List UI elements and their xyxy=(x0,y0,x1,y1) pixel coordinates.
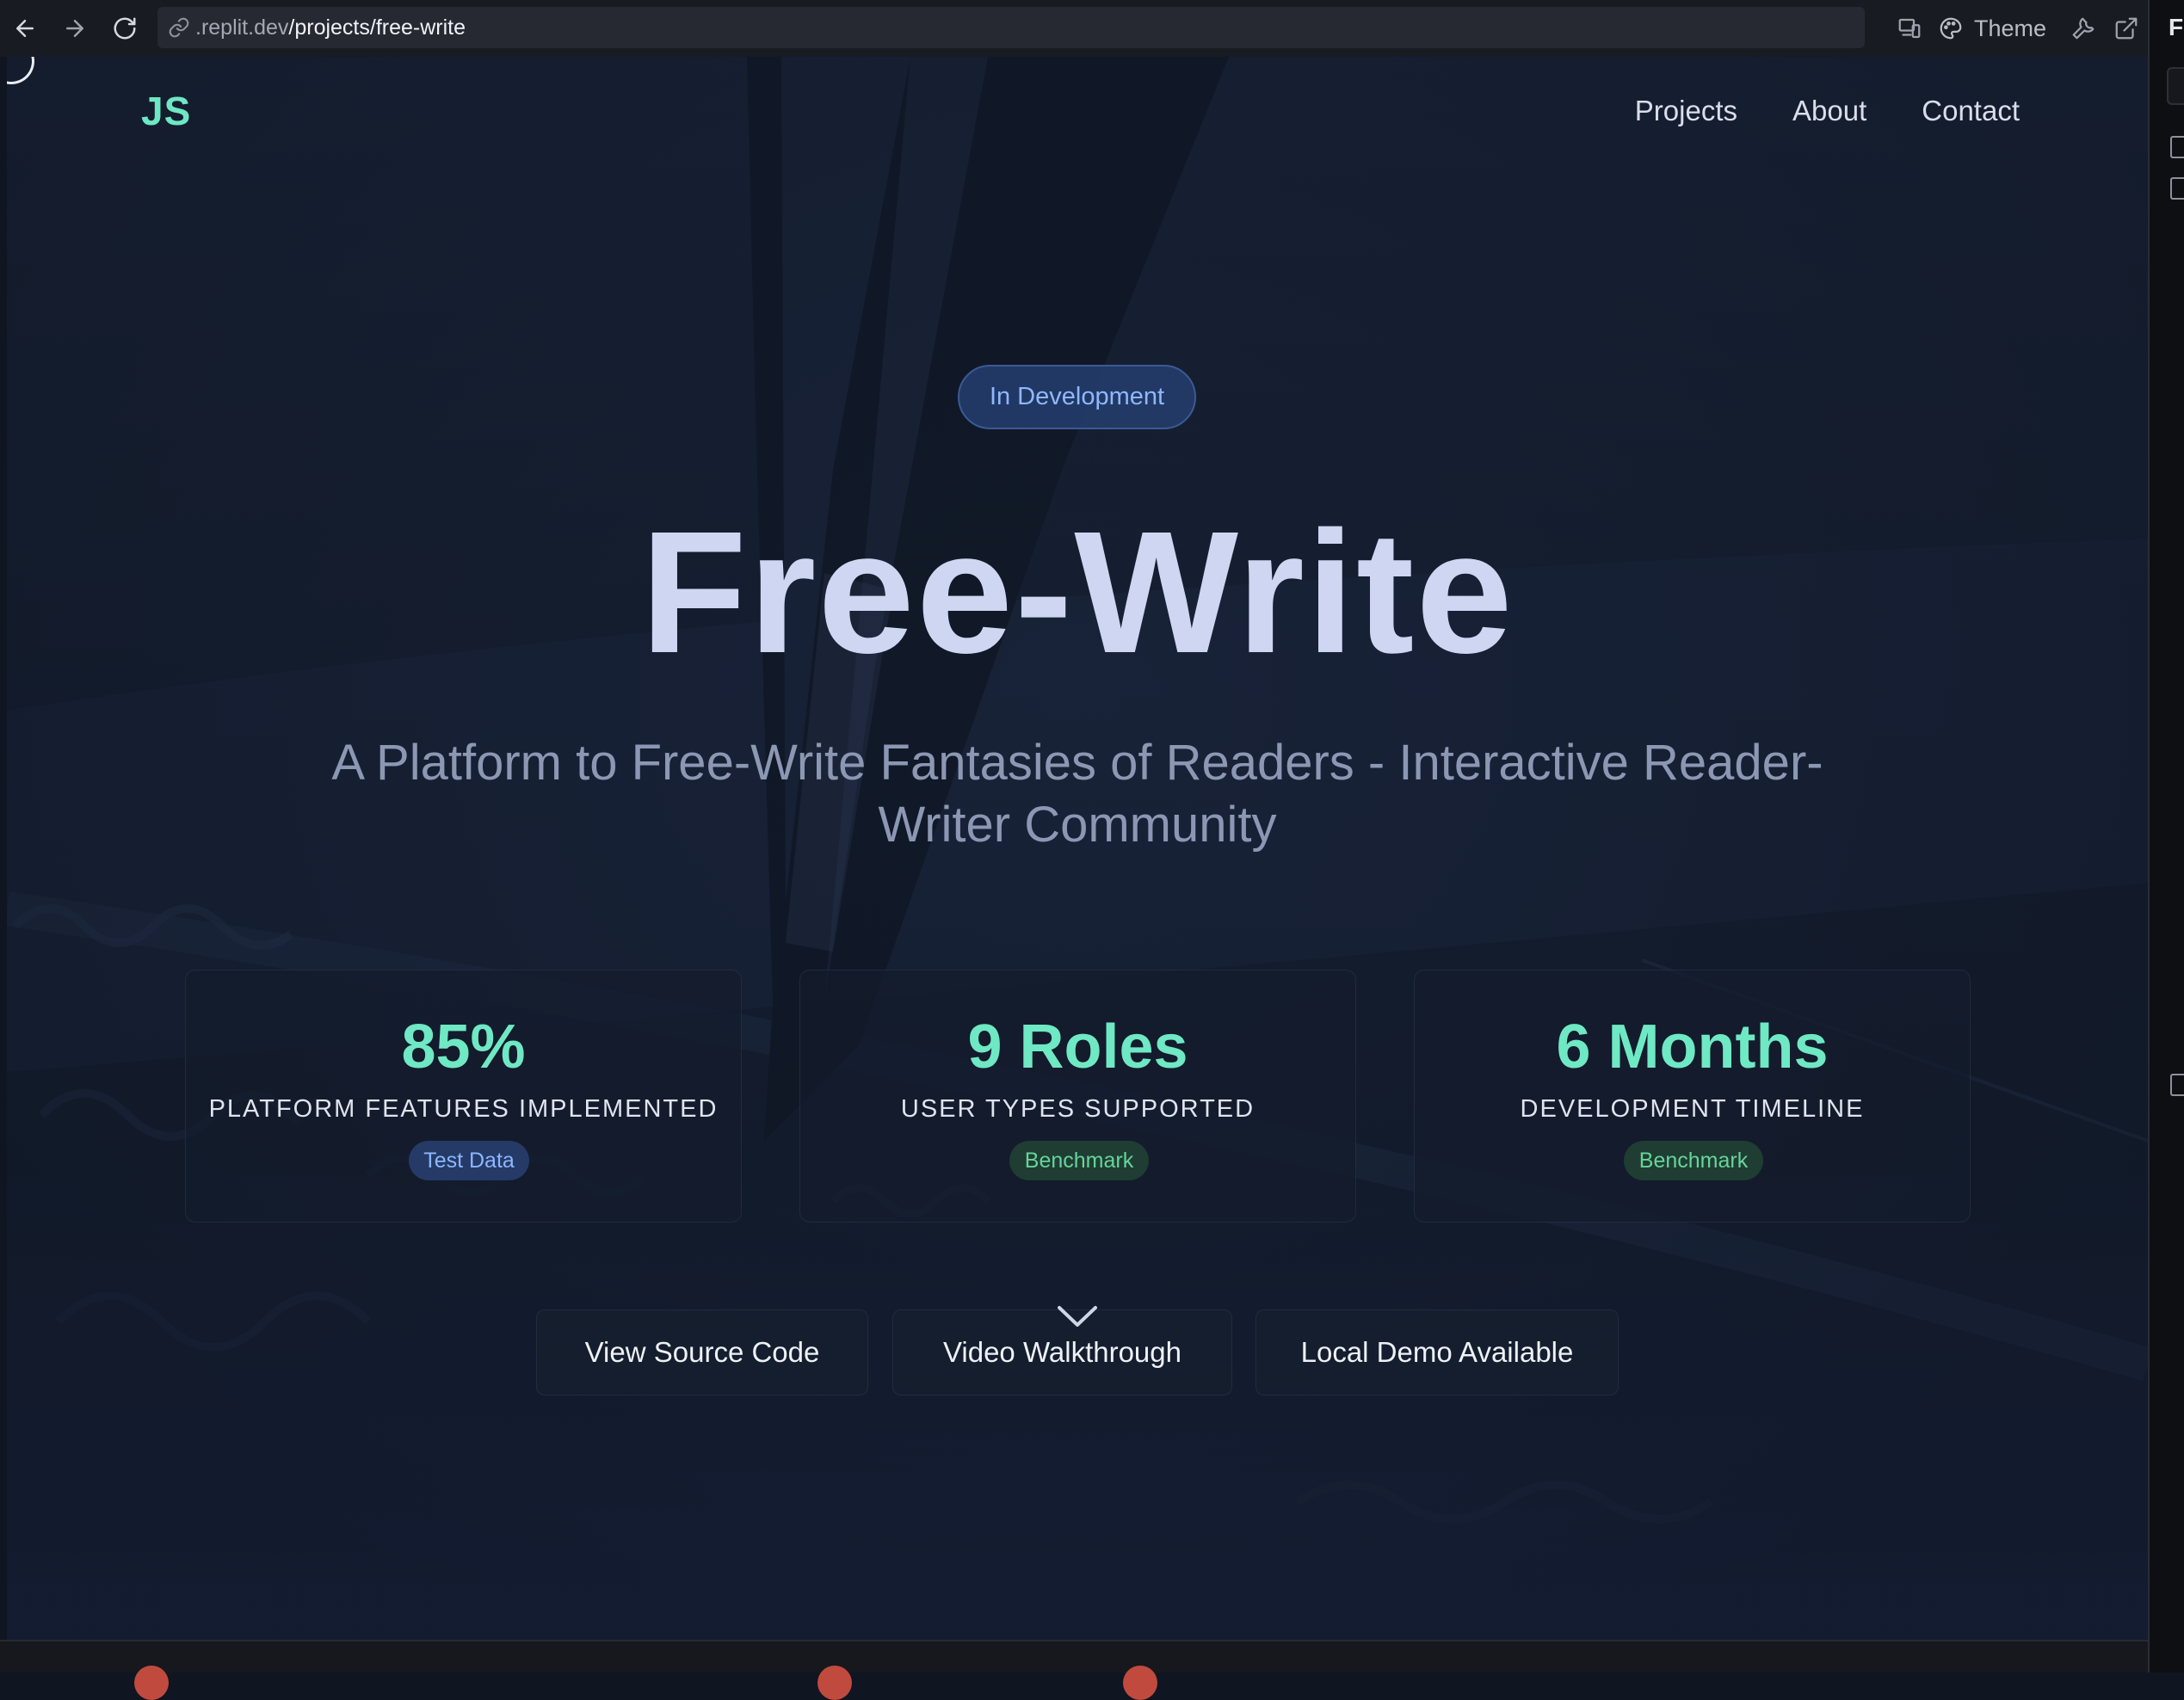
page-viewport: JS Projects About Contact In Development… xyxy=(7,57,2148,1640)
stat-label: USER TYPES SUPPORTED xyxy=(900,1095,1255,1123)
open-external-button[interactable] xyxy=(2105,0,2148,57)
palette-icon xyxy=(1940,17,1962,40)
local-demo-button[interactable]: Local Demo Available xyxy=(1255,1309,1619,1395)
devices-button[interactable] xyxy=(1888,0,1931,57)
address-bar[interactable]: .replit.dev/projects/free-write xyxy=(157,7,1865,48)
wrench-icon xyxy=(2072,17,2095,40)
site-navigation: Projects About Contact xyxy=(1635,95,2020,127)
stat-card-features: 85% PLATFORM FEATURES IMPLEMENTED Test D… xyxy=(185,970,742,1223)
status-dot xyxy=(134,1666,169,1700)
devices-icon xyxy=(1898,18,1921,39)
chevron-down-icon[interactable] xyxy=(1056,1303,1099,1328)
folder-icon[interactable] xyxy=(2170,1074,2184,1096)
theme-button[interactable]: Theme xyxy=(1931,0,2062,57)
reload-button[interactable] xyxy=(100,0,150,57)
back-button[interactable] xyxy=(0,0,50,57)
theme-label: Theme xyxy=(1973,15,2046,41)
page-subtitle: A Platform to Free-Write Fantasies of Re… xyxy=(331,735,1823,853)
url-path: /projects/free-write xyxy=(288,15,466,40)
folder-icon[interactable] xyxy=(2170,177,2184,200)
arrow-left-icon xyxy=(16,20,34,37)
reload-icon xyxy=(114,17,136,40)
stat-card-roles: 9 Roles USER TYPES SUPPORTED Benchmark xyxy=(799,970,1356,1223)
stat-value: 85% xyxy=(401,1013,526,1081)
data-source-badge: Test Data xyxy=(409,1141,529,1180)
nav-link-contact[interactable]: Contact xyxy=(1922,95,2020,127)
tools-button[interactable] xyxy=(2062,0,2105,57)
toolbar-actions: Theme xyxy=(1888,0,2148,57)
arrow-right-icon xyxy=(66,20,83,37)
site-logo[interactable]: JS xyxy=(141,88,191,134)
side-panel-title: F xyxy=(2169,14,2184,40)
browser-toolbar: .replit.dev/projects/free-write Theme xyxy=(0,0,2148,57)
status-dot xyxy=(817,1666,852,1700)
stat-value: 9 Roles xyxy=(967,1013,1188,1081)
side-panel: F xyxy=(2148,0,2184,1672)
loading-spinner-icon xyxy=(7,57,34,84)
page-title: Free-Write xyxy=(640,495,1515,689)
url-domain: .replit.dev xyxy=(195,15,289,40)
status-badge: In Development xyxy=(958,365,1196,429)
data-source-badge: Benchmark xyxy=(1009,1141,1149,1180)
nav-link-projects[interactable]: Projects xyxy=(1635,95,1737,127)
view-source-code-button[interactable]: View Source Code xyxy=(536,1309,868,1395)
link-icon xyxy=(169,17,189,38)
external-link-icon xyxy=(2115,17,2138,40)
side-panel-search[interactable] xyxy=(2167,67,2184,105)
stat-card-timeline: 6 Months DEVELOPMENT TIMELINE Benchmark xyxy=(1414,970,1971,1223)
stat-value: 6 Months xyxy=(1556,1013,1829,1081)
forward-button[interactable] xyxy=(50,0,100,57)
data-source-badge: Benchmark xyxy=(1624,1141,1763,1180)
status-dot xyxy=(1123,1666,1157,1700)
bottom-bar xyxy=(0,1640,2148,1700)
file-icon[interactable] xyxy=(2170,136,2184,158)
stat-label: DEVELOPMENT TIMELINE xyxy=(1520,1095,1865,1123)
stat-label: PLATFORM FEATURES IMPLEMENTED xyxy=(208,1095,719,1123)
nav-link-about[interactable]: About xyxy=(1792,95,1866,127)
